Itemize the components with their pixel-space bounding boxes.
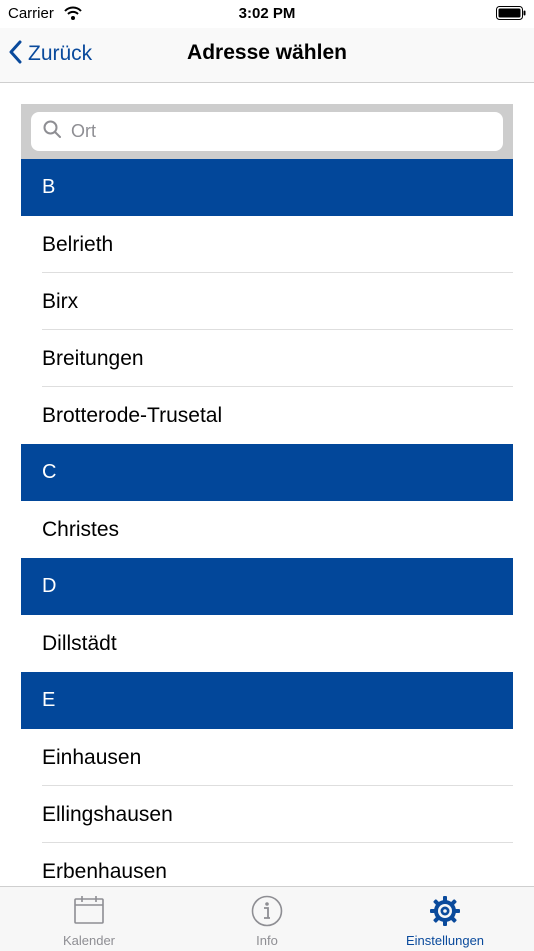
list-item[interactable]: Brotterode-Trusetal xyxy=(21,387,513,444)
section-header-b: B xyxy=(21,159,513,216)
navigation-bar: Zurück Adresse wählen xyxy=(0,28,534,83)
section-header-e: E xyxy=(21,672,513,729)
tab-label: Einstellungen xyxy=(405,933,485,948)
address-list[interactable]: B Belrieth Birx Breitungen Brotterode-Tr… xyxy=(21,104,513,886)
page-title: Adresse wählen xyxy=(187,41,347,64)
tab-einstellungen[interactable]: Einstellungen xyxy=(356,887,534,951)
section-header-d: D xyxy=(21,558,513,615)
info-icon xyxy=(251,895,283,932)
search-icon xyxy=(31,120,61,143)
tab-info[interactable]: Info xyxy=(178,887,356,951)
section-header-c: C xyxy=(21,444,513,501)
gear-icon xyxy=(429,895,461,932)
calendar-icon xyxy=(73,895,105,930)
list-item[interactable]: Einhausen xyxy=(21,729,513,786)
search-bar xyxy=(21,104,513,159)
status-bar: Carrier 3:02 PM xyxy=(0,0,534,28)
list-item[interactable]: Christes xyxy=(21,501,513,558)
tab-kalender[interactable]: Kalender xyxy=(0,887,178,951)
list-item[interactable]: Birx xyxy=(21,273,513,330)
tab-label: Info xyxy=(256,933,278,948)
search-input[interactable] xyxy=(69,120,493,143)
list-item[interactable]: Dillstädt xyxy=(21,615,513,672)
search-field[interactable] xyxy=(31,112,503,151)
tab-bar: Kalender Info Einstellungen xyxy=(0,886,534,951)
battery-icon xyxy=(496,6,526,20)
list-item[interactable]: Belrieth xyxy=(21,216,513,273)
list-item[interactable]: Breitungen xyxy=(21,330,513,387)
list-item[interactable]: Erbenhausen xyxy=(21,843,513,886)
status-time: 3:02 PM xyxy=(238,5,296,22)
tab-label: Kalender xyxy=(62,933,116,948)
list-item[interactable]: Ellingshausen xyxy=(21,786,513,843)
